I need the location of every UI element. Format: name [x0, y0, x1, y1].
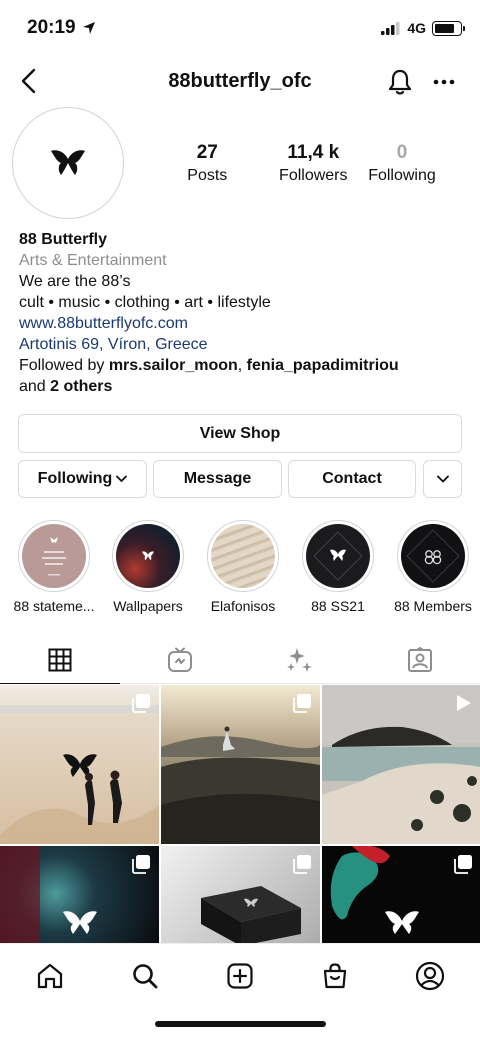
message-button[interactable]: Message: [153, 460, 282, 498]
following-button[interactable]: Following: [18, 460, 147, 498]
avatar[interactable]: [12, 107, 124, 219]
stat-value: 0: [396, 142, 408, 163]
stat-label: Followers: [279, 167, 348, 184]
followed-by-others[interactable]: and 2 others: [19, 376, 469, 397]
stat-posts[interactable]: 27 Posts: [176, 142, 239, 186]
home-indicator: [155, 1021, 326, 1027]
status-bar: 20:19 4G: [0, 0, 480, 56]
home-icon: [37, 963, 63, 989]
chevron-down-icon: [436, 475, 449, 483]
posts-grid: [0, 685, 480, 1005]
followed-user: fenia_papadimitriou: [246, 357, 399, 374]
more-options-button[interactable]: [428, 66, 460, 98]
profile-display-name: 88 Butterfly: [19, 231, 108, 248]
highlight-item[interactable]: 88 stateme...: [9, 520, 99, 614]
butterfly-diamond-icon: [313, 531, 363, 581]
notifications-button[interactable]: [384, 66, 416, 98]
nav-profile[interactable]: [410, 956, 450, 996]
butterfly-logo-icon: [141, 551, 155, 561]
carousel-icon: [453, 854, 473, 879]
highlight-cover: [211, 524, 275, 588]
highlight-cover: [22, 524, 86, 588]
profile-icon: [415, 961, 445, 991]
grid-icon: [48, 648, 72, 671]
highlight-cover: [116, 524, 180, 588]
stat-following[interactable]: 0 Following: [358, 142, 446, 186]
chevron-down-icon: [116, 475, 128, 482]
video-icon: [453, 693, 473, 718]
status-time: 20:19: [27, 17, 96, 39]
tab-grid[interactable]: [0, 636, 120, 684]
highlight-cover: [306, 524, 370, 588]
highlight-label: 88 SS21: [311, 598, 365, 614]
highlight-item[interactable]: 88 SS21: [293, 520, 383, 614]
statement-cover-icon: [42, 537, 66, 576]
highlight-label: 88 Members: [394, 598, 472, 614]
stat-label: Following: [368, 167, 436, 184]
bio-line: We are the 88’s: [19, 273, 131, 290]
highlight-item[interactable]: Wallpapers: [103, 520, 193, 614]
post-thumbnail[interactable]: [322, 685, 480, 844]
igtv-icon: [168, 647, 192, 672]
view-shop-button[interactable]: View Shop: [18, 414, 462, 453]
location-arrow-icon: [82, 22, 95, 34]
carousel-icon: [131, 854, 151, 879]
profile-tabs: [0, 636, 480, 684]
post-thumbnail[interactable]: [0, 685, 159, 844]
bio-line: cult • music • clothing • art • lifestyl…: [19, 294, 271, 311]
profile-bio: 88 Butterfly Arts & Entertainment We are…: [19, 229, 469, 397]
reels-sparkle-icon: [287, 648, 312, 672]
network-type: 4G: [407, 20, 426, 36]
search-icon: [133, 964, 158, 989]
highlight-label: Elafonisos: [210, 598, 276, 614]
profile-category: Arts & Entertainment: [19, 252, 167, 269]
nav-shop[interactable]: [315, 956, 355, 996]
battery-icon: [432, 20, 465, 36]
bell-icon: [388, 69, 412, 95]
nav-new-post[interactable]: [220, 956, 260, 996]
carousel-icon: [292, 854, 312, 879]
tab-tagged[interactable]: [360, 636, 480, 684]
profile-header: 88butterfly_ofc: [0, 60, 480, 104]
tagged-icon: [408, 647, 432, 672]
status-indicators: 4G: [381, 20, 465, 36]
suggested-accounts-button[interactable]: [423, 460, 462, 498]
carousel-icon: [131, 693, 151, 718]
stat-label: Posts: [187, 167, 228, 184]
highlight-label: Wallpapers: [113, 598, 183, 614]
butterfly-logo-icon: [51, 150, 85, 175]
stat-followers[interactable]: 11,4 k Followers: [255, 142, 372, 186]
tab-reels[interactable]: [240, 636, 360, 684]
contact-button[interactable]: Contact: [288, 460, 416, 498]
stat-value: 11,4 k: [287, 142, 340, 163]
more-horizontal-icon: [433, 79, 455, 85]
story-highlights: 88 stateme... Wallpapers Elafonisos 88 S…: [0, 520, 480, 620]
88-emblem-icon: [406, 529, 460, 583]
highlight-item[interactable]: 88 Members: [388, 520, 478, 614]
profile-stats: 27 Posts 11,4 k Followers 0 Following: [176, 142, 446, 186]
tab-igtv[interactable]: [120, 636, 240, 684]
post-thumbnail[interactable]: [161, 685, 320, 844]
nav-home[interactable]: [30, 956, 70, 996]
new-post-icon: [227, 963, 253, 989]
highlight-item[interactable]: Elafonisos: [198, 520, 288, 614]
shop-bag-icon: [323, 963, 347, 989]
carousel-icon: [292, 693, 312, 718]
followed-by-line[interactable]: Followed by mrs.sailor_moon, fenia_papad…: [19, 355, 469, 376]
highlight-cover: [401, 524, 465, 588]
website-link[interactable]: www.88butterflyofc.com: [19, 313, 469, 334]
signal-icon: [381, 21, 400, 35]
stat-value: 27: [196, 142, 218, 163]
nav-search[interactable]: [125, 956, 165, 996]
address-link[interactable]: Artotinis 69, Víron, Greece: [19, 334, 469, 355]
followed-user: mrs.sailor_moon: [108, 357, 238, 374]
highlight-label: 88 stateme...: [13, 598, 95, 614]
